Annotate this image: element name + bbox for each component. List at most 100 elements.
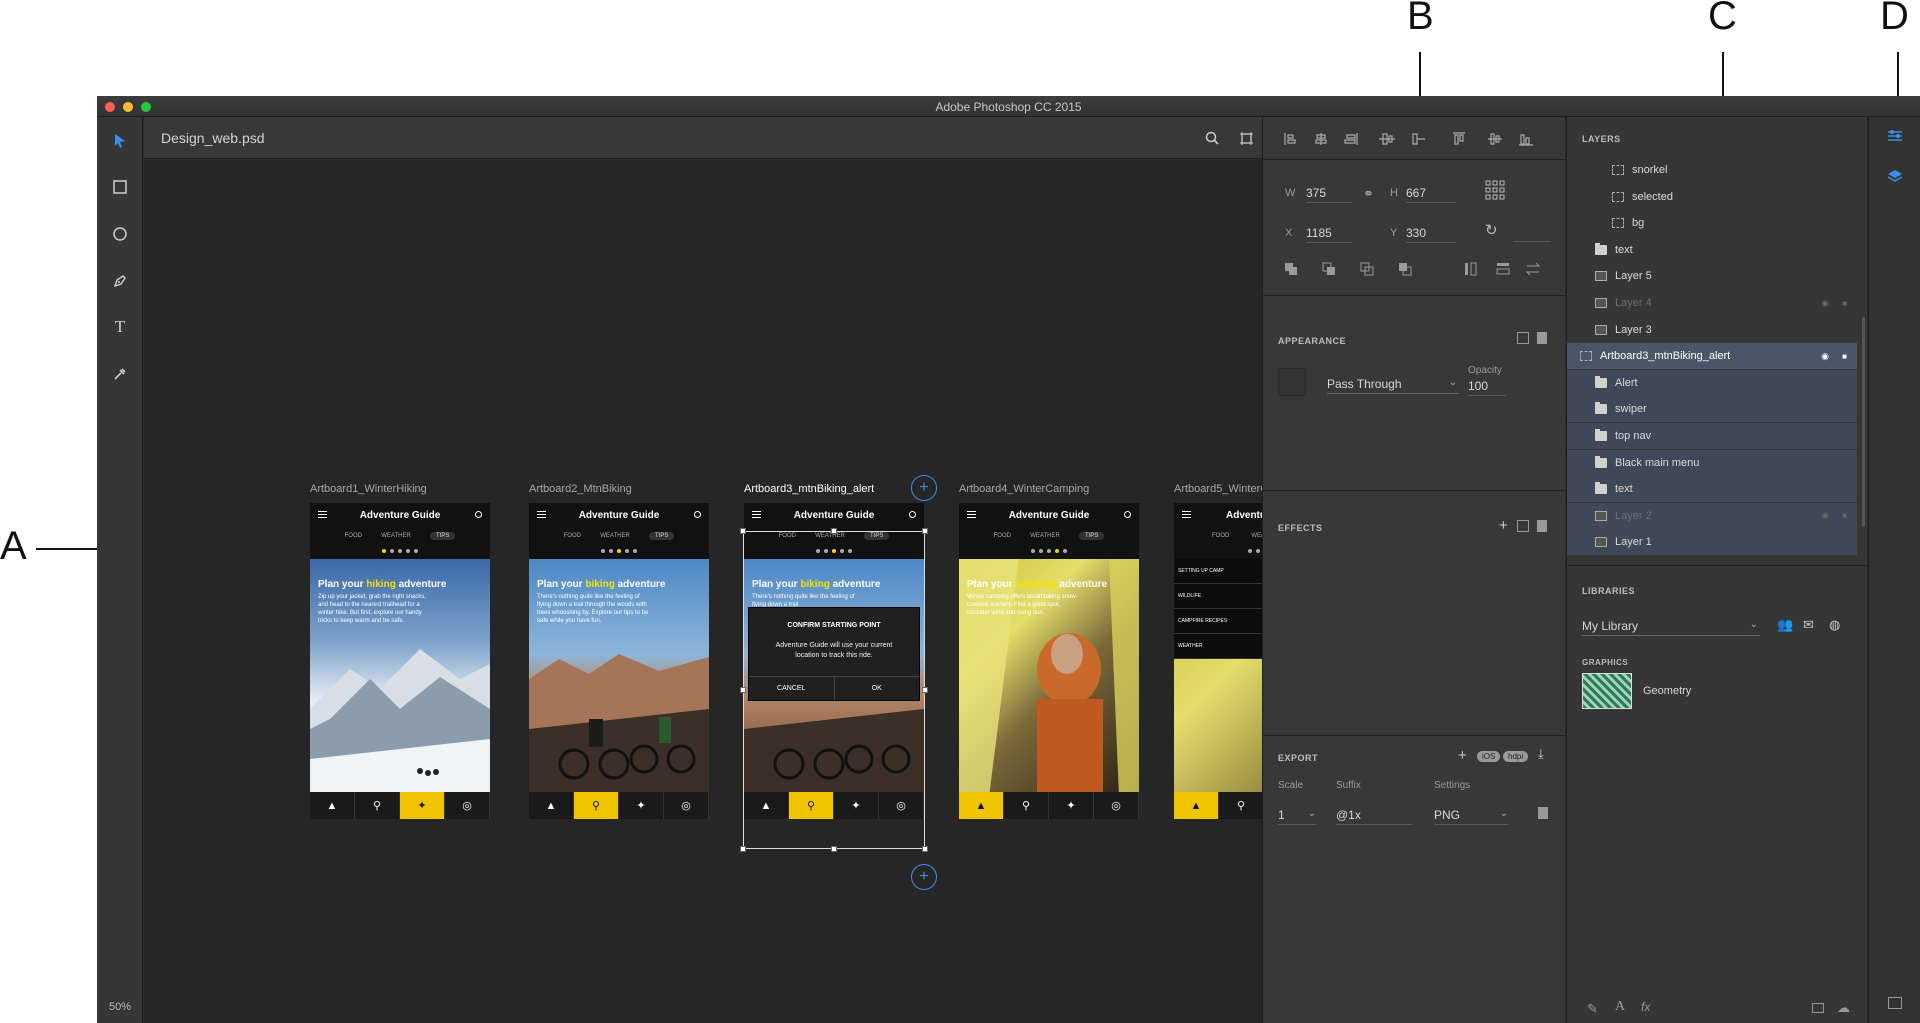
- export-section-title: EXPORT: [1278, 753, 1319, 763]
- layer-row[interactable]: Layer 5: [1567, 263, 1857, 289]
- move-tool-icon[interactable]: [106, 127, 134, 155]
- add-effect-icon[interactable]: +: [1499, 517, 1508, 534]
- layer-row[interactable]: snorkel: [1567, 157, 1857, 183]
- layer-row[interactable]: text: [1567, 476, 1857, 503]
- search-icon[interactable]: [1202, 128, 1222, 148]
- blend-mode-dropdown[interactable]: Pass Through ⌄: [1327, 377, 1459, 394]
- hamburger-menu-icon: [967, 511, 976, 518]
- align-icons[interactable]: [1283, 131, 1553, 147]
- trash-icon[interactable]: [1538, 807, 1548, 819]
- trash-icon[interactable]: [1537, 520, 1547, 532]
- pager-dots: [959, 543, 1139, 559]
- appearance-section-title: APPEARANCE: [1278, 336, 1347, 346]
- duplicate-icon[interactable]: [1517, 332, 1529, 344]
- link-proportions-icon[interactable]: ⚭: [1363, 186, 1374, 202]
- reference-point-icon[interactable]: [1485, 180, 1505, 205]
- layers-scrollbar[interactable]: [1862, 317, 1865, 527]
- layer-row[interactable]: Black main menu: [1567, 449, 1857, 476]
- selection-bounding-box[interactable]: [740, 528, 928, 852]
- eyedropper-tool-icon[interactable]: [106, 360, 134, 388]
- height-field[interactable]: 667: [1406, 186, 1456, 203]
- zoom-level[interactable]: 50%: [97, 1001, 143, 1013]
- artboard-winter-camping[interactable]: Artboard4_WinterCamping Adventure Guide …: [959, 483, 1139, 819]
- properties-panel-icon[interactable]: [1887, 129, 1903, 148]
- layer-row[interactable]: Layer 4 ◉ ■: [1567, 290, 1857, 316]
- resize-handle-e[interactable]: [922, 687, 928, 693]
- resize-handle-w[interactable]: [740, 687, 746, 693]
- pen-tool-icon[interactable]: [106, 267, 134, 295]
- sync-status-icon[interactable]: ☁: [1837, 1000, 1850, 1016]
- design-canvas[interactable]: Artboard1_WinterHiking Adventure Guide F…: [144, 160, 1354, 1023]
- opacity-field[interactable]: 100: [1468, 379, 1506, 396]
- callout-label-a: A: [0, 524, 27, 568]
- visibility-eye-icon[interactable]: ◉: [1821, 298, 1829, 309]
- layer-name: Layer 5: [1615, 270, 1652, 283]
- tab-food: FOOD: [563, 532, 581, 539]
- hdpi-badge[interactable]: hdpi: [1503, 751, 1529, 762]
- resize-handle-ne[interactable]: [922, 528, 928, 534]
- lock-icon[interactable]: ■: [1842, 299, 1847, 308]
- character-style-icon[interactable]: A: [1615, 999, 1625, 1015]
- lock-icon[interactable]: ■: [1842, 352, 1847, 361]
- ellipse-tool-icon[interactable]: [106, 220, 134, 248]
- artboard-label[interactable]: Artboard2_MtnBiking: [529, 483, 709, 495]
- color-swatch[interactable]: [1278, 368, 1306, 396]
- width-field[interactable]: 375: [1306, 186, 1352, 203]
- collaborate-icon[interactable]: 👥: [1777, 617, 1793, 633]
- shape-layer-icon: [1612, 191, 1624, 202]
- layer-row[interactable]: Layer 3: [1567, 317, 1857, 343]
- layers-panel-icon[interactable]: [1887, 169, 1903, 188]
- layer-row[interactable]: Layer 2 ◉ ■: [1567, 502, 1857, 529]
- artboard-winter-hiking[interactable]: Artboard1_WinterHiking Adventure Guide F…: [310, 483, 490, 819]
- suffix-field[interactable]: @1x: [1336, 808, 1412, 825]
- format-dropdown[interactable]: PNG ⌄: [1434, 808, 1508, 825]
- add-export-icon[interactable]: +: [1458, 747, 1467, 764]
- layer-row[interactable]: swiper: [1567, 396, 1857, 423]
- lock-icon[interactable]: ■: [1842, 511, 1847, 520]
- layer-row[interactable]: Layer 1: [1567, 529, 1857, 556]
- visibility-eye-icon[interactable]: ◉: [1821, 351, 1829, 362]
- layer-row[interactable]: Alert: [1567, 369, 1857, 396]
- add-artboard-below-button[interactable]: +: [911, 864, 937, 890]
- ios-badge[interactable]: iOS: [1477, 751, 1501, 762]
- folder-icon: [1595, 455, 1607, 468]
- layer-row[interactable]: bg: [1567, 210, 1857, 236]
- artboard-label[interactable]: Artboard1_WinterHiking: [310, 483, 490, 495]
- geometry-graphic-name[interactable]: Geometry: [1643, 685, 1691, 697]
- layer-row[interactable]: text: [1567, 237, 1857, 263]
- pathfinder-icons[interactable]: [1285, 261, 1555, 277]
- document-title: Design_web.psd: [161, 130, 265, 146]
- export-download-icon[interactable]: ⤓: [1538, 746, 1544, 762]
- mail-icon[interactable]: ✉: [1803, 617, 1814, 633]
- artboard-mtn-biking[interactable]: Artboard2_MtnBiking Adventure Guide FOOD…: [529, 483, 709, 819]
- resize-handle-s[interactable]: [831, 846, 837, 852]
- x-field[interactable]: 1185: [1306, 226, 1352, 243]
- rotation-field[interactable]: [1513, 241, 1551, 242]
- artboard-label[interactable]: Artboard3_mtnBiking_alert: [744, 483, 924, 495]
- resize-handle-n[interactable]: [831, 528, 837, 534]
- scale-dropdown[interactable]: 1 ⌄: [1278, 808, 1316, 825]
- globe-icon[interactable]: ◍: [1829, 617, 1840, 633]
- visibility-eye-icon[interactable]: ◉: [1821, 510, 1829, 521]
- rotate-icon[interactable]: ↻: [1485, 221, 1498, 239]
- artboard-label[interactable]: Artboard4_WinterCamping: [959, 483, 1139, 495]
- layer-row[interactable]: top nav: [1567, 423, 1857, 449]
- add-graphic-icon[interactable]: [1812, 1003, 1824, 1013]
- resize-handle-sw[interactable]: [740, 846, 746, 852]
- layer-row[interactable]: Artboard3_mtnBiking_alert ◉ ■: [1567, 343, 1857, 370]
- resize-handle-se[interactable]: [922, 846, 928, 852]
- ps-libraries-icon[interactable]: [1888, 997, 1902, 1009]
- brush-icon[interactable]: ✎: [1587, 1001, 1598, 1017]
- library-dropdown[interactable]: My Library ⌄: [1582, 619, 1760, 636]
- hero-image-mountain-bikers: Plan your biking adventure There's nothi…: [529, 559, 709, 797]
- layer-row[interactable]: selected: [1567, 184, 1857, 210]
- artboard-fit-icon[interactable]: [1236, 128, 1256, 148]
- trash-icon[interactable]: [1537, 332, 1547, 344]
- fx-icon[interactable]: fx: [1641, 1000, 1650, 1014]
- y-field[interactable]: 330: [1406, 226, 1456, 243]
- duplicate-icon[interactable]: [1517, 520, 1529, 532]
- type-tool-icon[interactable]: T: [106, 313, 134, 341]
- resize-handle-nw[interactable]: [740, 528, 746, 534]
- rectangle-tool-icon[interactable]: [106, 173, 134, 201]
- geometry-thumbnail[interactable]: [1582, 673, 1632, 709]
